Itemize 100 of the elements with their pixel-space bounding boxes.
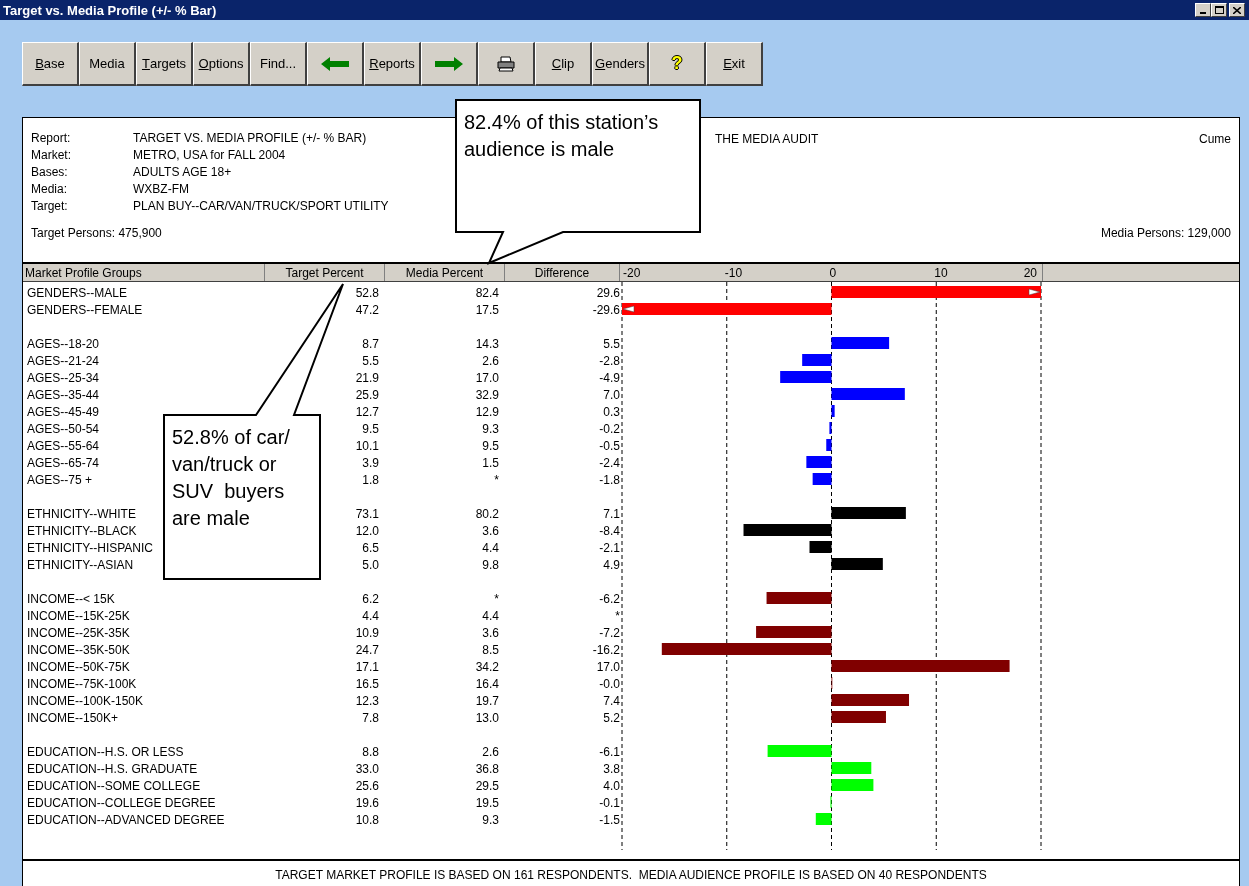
toolbar-button[interactable]: Reports [364,42,421,86]
table-cell: 19.6 [355,795,379,810]
field-value: PLAN BUY--CAR/VAN/TRUCK/SPORT UTILITY [133,198,389,215]
table-cell: 4.4 [482,540,499,555]
table-cell: -7.2 [599,625,620,640]
table-cell: 10.8 [355,812,379,827]
table-cell: 24.7 [355,642,379,657]
table-cell: 7.0 [603,387,620,402]
table-cell: 1.5 [482,455,499,470]
toolbar-button[interactable]: Find... [250,42,307,86]
measure-text: Cume [1199,131,1231,148]
left-arrow-icon [321,56,349,71]
row-label: INCOME--15K-25K [27,608,130,623]
table-cell: 4.4 [362,608,379,623]
table-cell: 7.1 [603,506,620,521]
table-cell: 6.5 [362,540,379,555]
row-label: EDUCATION--H.S. GRADUATE [27,761,198,776]
table-cell: 8.5 [482,642,499,657]
row-label: AGES--75 + [27,472,93,487]
field-value: WXBZ-FM [133,181,189,198]
table-cell: 4.9 [603,557,620,572]
table-cell: 16.5 [355,676,379,691]
table-cell: 34.2 [475,659,499,674]
row-label: INCOME--75K-100K [27,676,137,691]
table-cell: 3.6 [482,523,499,538]
table-cell: 25.6 [355,778,379,793]
field-label: Bases: [31,164,69,181]
row-label: AGES--45-49 [27,404,100,419]
row-label: AGES--65-74 [27,455,100,470]
table-cell: 10.9 [355,625,379,640]
table-cell: 2.6 [482,353,499,368]
table-cell: * [615,608,620,623]
table-cell: -16.2 [592,642,620,657]
table-cell: 19.5 [475,795,499,810]
row-label: INCOME--< 15K [27,591,115,606]
table-cell: -2.4 [599,455,620,470]
table-cell: 10.1 [355,438,379,453]
column-header: Media Percent [405,264,484,282]
table-cell: 14.3 [475,336,499,351]
toolbar-button[interactable]: Options [193,42,250,86]
field-value: METRO, USA for FALL 2004 [133,147,286,164]
minimize-button[interactable] [1195,3,1211,17]
minimize-icon [1200,12,1206,14]
table-cell: 8.8 [362,744,379,759]
row-label: ETHNICITY--HISPANIC [27,540,153,555]
close-button[interactable] [1229,3,1245,17]
table-cell: 33.0 [355,761,379,776]
table-cell: 12.0 [355,523,379,538]
table-cell: 19.7 [475,693,499,708]
row-label: AGES--21-24 [27,353,100,368]
table-cell: 16.4 [475,676,499,691]
table-cell: 6.2 [362,591,379,606]
footer-note: TARGET MARKET PROFILE IS BASED ON 161 RESPONDENTS. MEDIA AUDIENCE PROFILE IS BASED ON 40 RESPONDENTS [275,867,987,884]
maximize-icon [1214,6,1224,14]
printer-icon [497,55,515,72]
row-label: INCOME--100K-150K [27,693,144,708]
axis-tick-label: -10 [724,265,743,281]
table-cell: 12.3 [355,693,379,708]
table-cell: -6.2 [599,591,620,606]
table-cell: 7.8 [362,710,379,725]
table-cell: -8.4 [599,523,620,538]
table-cell: 82.4 [475,285,499,300]
forward-button[interactable] [421,42,478,86]
toolbar-button[interactable]: Exit [706,42,763,86]
table-cell: -0.1 [599,795,620,810]
table-cell: 9.5 [362,421,379,436]
axis-tick-label: 0 [829,265,837,281]
table-cell: 9.3 [482,421,499,436]
print-button[interactable] [478,42,535,86]
table-cell: 32.9 [475,387,499,402]
toolbar-button[interactable]: Base [22,42,79,86]
target-persons-text: Target Persons: 475,900 [31,225,162,242]
row-label: ETHNICITY--WHITE [27,506,136,521]
table-cell: 80.2 [475,506,499,521]
table-cell: -0.5 [599,438,620,453]
table-cell: 17.0 [596,659,620,674]
maximize-button[interactable] [1211,3,1227,17]
row-label: ETHNICITY--BLACK [27,523,137,538]
table-cell: 52.8 [355,285,379,300]
table-cell: 5.2 [603,710,620,725]
toolbar-button[interactable]: Genders [592,42,649,86]
table-cell: -1.5 [599,812,620,827]
row-label: AGES--35-44 [27,387,100,402]
row-label: AGES--55-64 [27,438,100,453]
table-cell: -6.1 [599,744,620,759]
field-label: Media: [31,181,69,198]
table-cell: 9.8 [482,557,499,572]
toolbar-button[interactable]: Targets [136,42,193,86]
axis-tick-label: -20 [623,265,641,281]
table-cell: 21.9 [355,370,379,385]
table-cell: 47.2 [355,302,379,317]
row-label: GENDERS--MALE [27,285,127,300]
field-value: TARGET VS. MEDIA PROFILE (+/- % BAR) [133,130,367,147]
toolbar-button[interactable]: Media [79,42,136,86]
back-button[interactable] [307,42,364,86]
row-label: EDUCATION--COLLEGE DEGREE [27,795,216,810]
row-label: INCOME--150K+ [27,710,119,725]
table-cell: -1.8 [599,472,620,487]
toolbar-button[interactable]: Clip [535,42,592,86]
field-label: Target: [31,198,69,215]
